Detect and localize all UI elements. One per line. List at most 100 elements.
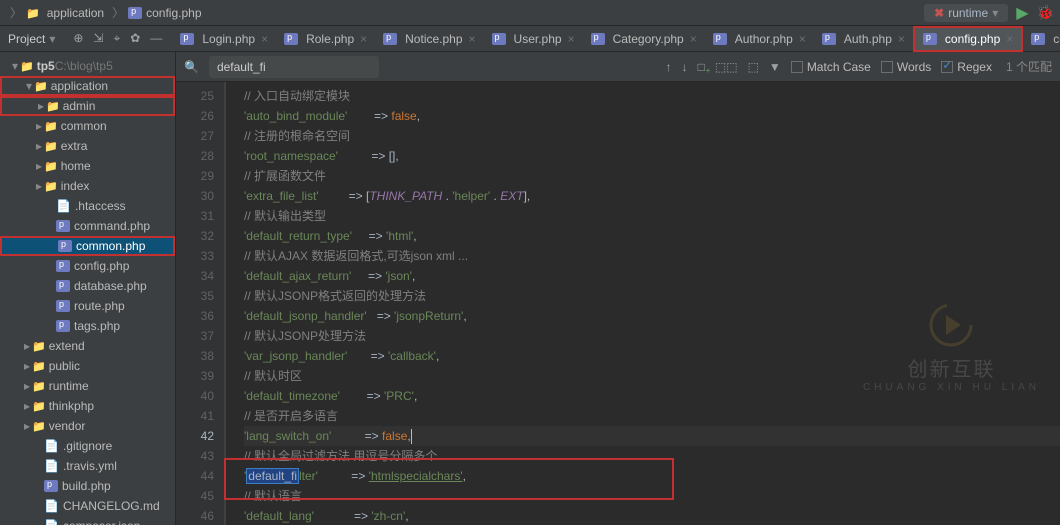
tab-User-php[interactable]: User.php× — [484, 26, 583, 52]
chevron-right-icon: 〉 — [10, 4, 22, 21]
tab-Auth-php[interactable]: Auth.php× — [814, 26, 913, 52]
tree-item-runtime[interactable]: ▸runtime — [0, 376, 175, 396]
php-icon — [56, 320, 70, 332]
debug-button[interactable]: 🐞 — [1037, 4, 1054, 21]
tree-root[interactable]: ▾tp5 C:\blog\tp5 — [0, 56, 175, 76]
php-icon — [923, 33, 937, 45]
tree-item-application[interactable]: ▾application — [0, 76, 175, 96]
php-icon — [128, 7, 142, 19]
close-icon[interactable]: × — [690, 32, 697, 46]
php-icon — [44, 480, 58, 492]
file-icon: 📄 — [56, 199, 71, 213]
code-line-43[interactable]: // 默认全局过滤方法 用逗号分隔多个 — [244, 446, 1060, 466]
hide-icon[interactable]: — — [150, 31, 162, 46]
close-icon[interactable]: × — [898, 32, 905, 46]
code-line-34[interactable]: 'default_ajax_return' => 'json', — [244, 266, 1060, 286]
select-all-icon[interactable]: ⬚⬚ — [715, 60, 738, 74]
locate-icon[interactable]: ⌖ — [114, 31, 121, 46]
close-icon[interactable]: × — [1006, 32, 1013, 46]
code-line-33[interactable]: // 默认AJAX 数据返回格式,可选json xml ... — [244, 246, 1060, 266]
folder-icon — [44, 119, 61, 133]
tree-item--travis-yml[interactable]: 📄.travis.yml — [0, 456, 175, 476]
run-button[interactable]: ▶ — [1016, 3, 1028, 23]
code-line-29[interactable]: // 扩展函数文件 — [244, 166, 1060, 186]
next-match-button[interactable]: ↓ — [682, 60, 688, 74]
code-line-41[interactable]: // 是否开启多语言 — [244, 406, 1060, 426]
tree-item-composer-json[interactable]: 📄composer.json — [0, 516, 175, 525]
close-icon[interactable]: × — [360, 32, 367, 46]
code-line-25[interactable]: // 入口自动绑定模块 — [244, 86, 1060, 106]
tree-item-common-php[interactable]: common.php — [0, 236, 175, 256]
close-icon[interactable]: × — [799, 32, 806, 46]
tree-item-command-php[interactable]: command.php — [0, 216, 175, 236]
tree-item-database-php[interactable]: database.php — [0, 276, 175, 296]
toolbar: Project▾ ⊕ ⇲ ⌖ ✿ — Login.php×Role.php×No… — [0, 26, 1060, 52]
tree-item-admin[interactable]: ▸admin — [0, 96, 175, 116]
tree-item-thinkphp[interactable]: ▸thinkphp — [0, 396, 175, 416]
tree-item--gitignore[interactable]: 📄.gitignore — [0, 436, 175, 456]
code-line-28[interactable]: 'root_namespace' => [], — [244, 146, 1060, 166]
php-icon — [713, 33, 727, 45]
tree-item-vendor[interactable]: ▸vendor — [0, 416, 175, 436]
filter-icon[interactable]: ▼ — [769, 60, 781, 74]
tree-item-route-php[interactable]: route.php — [0, 296, 175, 316]
php-icon — [56, 220, 70, 232]
code-line-45[interactable]: // 默认语言 — [244, 486, 1060, 506]
tree-item-common[interactable]: ▸common — [0, 116, 175, 136]
tree-item--htaccess[interactable]: 📄.htaccess — [0, 196, 175, 216]
code-line-46[interactable]: 'default_lang' => 'zh-cn', — [244, 506, 1060, 525]
match-count: 1 个匹配 — [1006, 58, 1052, 75]
tab-Login-php[interactable]: Login.php× — [172, 26, 276, 52]
tab-Category-php[interactable]: Category.php× — [583, 26, 705, 52]
close-icon[interactable]: × — [568, 32, 575, 46]
project-tool-window-label[interactable]: Project▾ — [0, 32, 63, 46]
close-icon[interactable]: × — [261, 32, 268, 46]
tree-item-public[interactable]: ▸public — [0, 356, 175, 376]
remove-selection-icon[interactable]: ⬚ — [748, 60, 759, 74]
close-icon[interactable]: × — [469, 32, 476, 46]
file-icon: 📄 — [44, 459, 59, 473]
breadcrumb-folder[interactable]: application — [47, 6, 104, 20]
tab-Notice-php[interactable]: Notice.php× — [375, 26, 483, 52]
settings-icon[interactable]: ✿ — [130, 31, 140, 46]
php-icon — [822, 33, 836, 45]
code-line-42[interactable]: 'lang_switch_on' => false, — [244, 426, 1060, 446]
php-icon — [56, 300, 70, 312]
regex-checkbox[interactable]: Regex — [941, 60, 992, 74]
tree-item-extend[interactable]: ▸extend — [0, 336, 175, 356]
tree-item-tags-php[interactable]: tags.php — [0, 316, 175, 336]
code-line-30[interactable]: 'extra_file_list' => [THINK_PATH . 'help… — [244, 186, 1060, 206]
project-tree[interactable]: ▾tp5 C:\blog\tp5▾application▸admin▸commo… — [0, 52, 176, 525]
prev-match-button[interactable]: ↑ — [666, 60, 672, 74]
folder-icon — [46, 99, 63, 113]
code-line-31[interactable]: // 默认输出类型 — [244, 206, 1060, 226]
tree-item-home[interactable]: ▸home — [0, 156, 175, 176]
php-icon — [383, 33, 397, 45]
collapse-icon[interactable]: ⇲ — [93, 31, 103, 46]
add-selection-icon[interactable]: □+ — [698, 60, 705, 74]
folder-icon — [44, 159, 61, 173]
tab-config-php[interactable]: config.php× — [913, 26, 1023, 52]
code-line-26[interactable]: 'auto_bind_module' => false, — [244, 106, 1060, 126]
code-line-44[interactable]: 'default_filter' => 'htmlspecialchars', — [244, 466, 1060, 486]
folder-icon — [44, 139, 61, 153]
expand-icon[interactable]: ⊕ — [73, 31, 83, 46]
tree-item-CHANGELOG-md[interactable]: 📄CHANGELOG.md — [0, 496, 175, 516]
find-input[interactable] — [209, 56, 379, 78]
tab-common-php[interactable]: common.php× — [1023, 26, 1060, 52]
line-gutter: 2526272829303132333435363738394041424344… — [176, 82, 226, 525]
code-line-27[interactable]: // 注册的根命名空间 — [244, 126, 1060, 146]
tab-Role-php[interactable]: Role.php× — [276, 26, 375, 52]
watermark: 创新互联 CHUANG XIN HU LIAN — [863, 300, 1040, 393]
tree-item-extra[interactable]: ▸extra — [0, 136, 175, 156]
run-config-select[interactable]: ✖ runtime ▾ — [924, 4, 1008, 22]
tab-Author-php[interactable]: Author.php× — [705, 26, 814, 52]
folder-icon — [34, 79, 51, 93]
breadcrumb-file[interactable]: config.php — [146, 6, 201, 20]
tree-item-index[interactable]: ▸index — [0, 176, 175, 196]
match-case-checkbox[interactable]: Match Case — [791, 60, 871, 74]
tree-item-build-php[interactable]: build.php — [0, 476, 175, 496]
tree-item-config-php[interactable]: config.php — [0, 256, 175, 276]
code-line-32[interactable]: 'default_return_type' => 'html', — [244, 226, 1060, 246]
words-checkbox[interactable]: Words — [881, 60, 931, 74]
